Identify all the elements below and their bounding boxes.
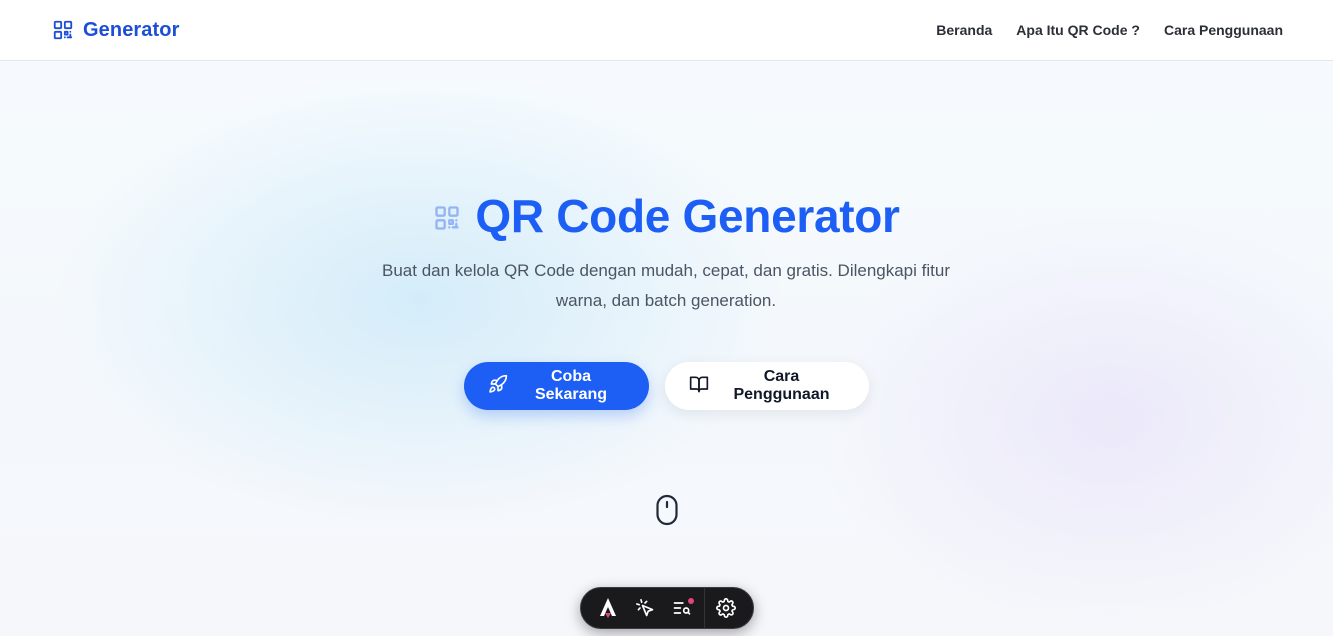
dev-toolbar <box>580 587 754 629</box>
rocket-icon <box>488 374 508 399</box>
book-open-icon <box>689 374 709 399</box>
cta-row: Coba Sekarang Cara Penggunaan <box>0 362 1333 410</box>
try-now-button[interactable]: Coba Sekarang <box>464 362 649 410</box>
gear-icon[interactable] <box>710 592 742 624</box>
main-nav: Beranda Apa Itu QR Code ? Cara Penggunaa… <box>936 22 1283 38</box>
toolbar-divider <box>703 587 705 629</box>
brand-name: Generator <box>83 18 180 41</box>
hero-subtitle: Buat dan kelola QR Code dengan mudah, ce… <box>382 261 950 310</box>
brand-link[interactable]: Generator <box>52 19 180 42</box>
audit-list-icon[interactable] <box>666 592 698 624</box>
site-header: Generator Beranda Apa Itu QR Code ? Cara… <box>0 0 1333 61</box>
notification-dot <box>688 598 695 604</box>
mouse-icon[interactable] <box>655 494 679 526</box>
qr-code-icon <box>433 204 461 232</box>
nav-item-beranda[interactable]: Beranda <box>936 22 992 38</box>
hero-title-row: QR Code Generator <box>0 189 1333 243</box>
try-now-label: Coba Sekarang <box>534 368 608 403</box>
nav-item-apa-itu-qr-code[interactable]: Apa Itu QR Code ? <box>1016 22 1140 38</box>
qr-code-icon <box>52 19 74 41</box>
nav-item-cara-penggunaan[interactable]: Cara Penggunaan <box>1164 22 1283 38</box>
how-to-use-button[interactable]: Cara Penggunaan <box>665 362 869 410</box>
hero-section: QR Code Generator Buat dan kelola QR Cod… <box>0 61 1333 636</box>
astro-logo-icon[interactable] <box>592 592 624 624</box>
pointer-select-icon[interactable] <box>629 592 661 624</box>
page-title: QR Code Generator <box>475 190 900 242</box>
how-to-use-label: Cara Penggunaan <box>733 368 830 403</box>
